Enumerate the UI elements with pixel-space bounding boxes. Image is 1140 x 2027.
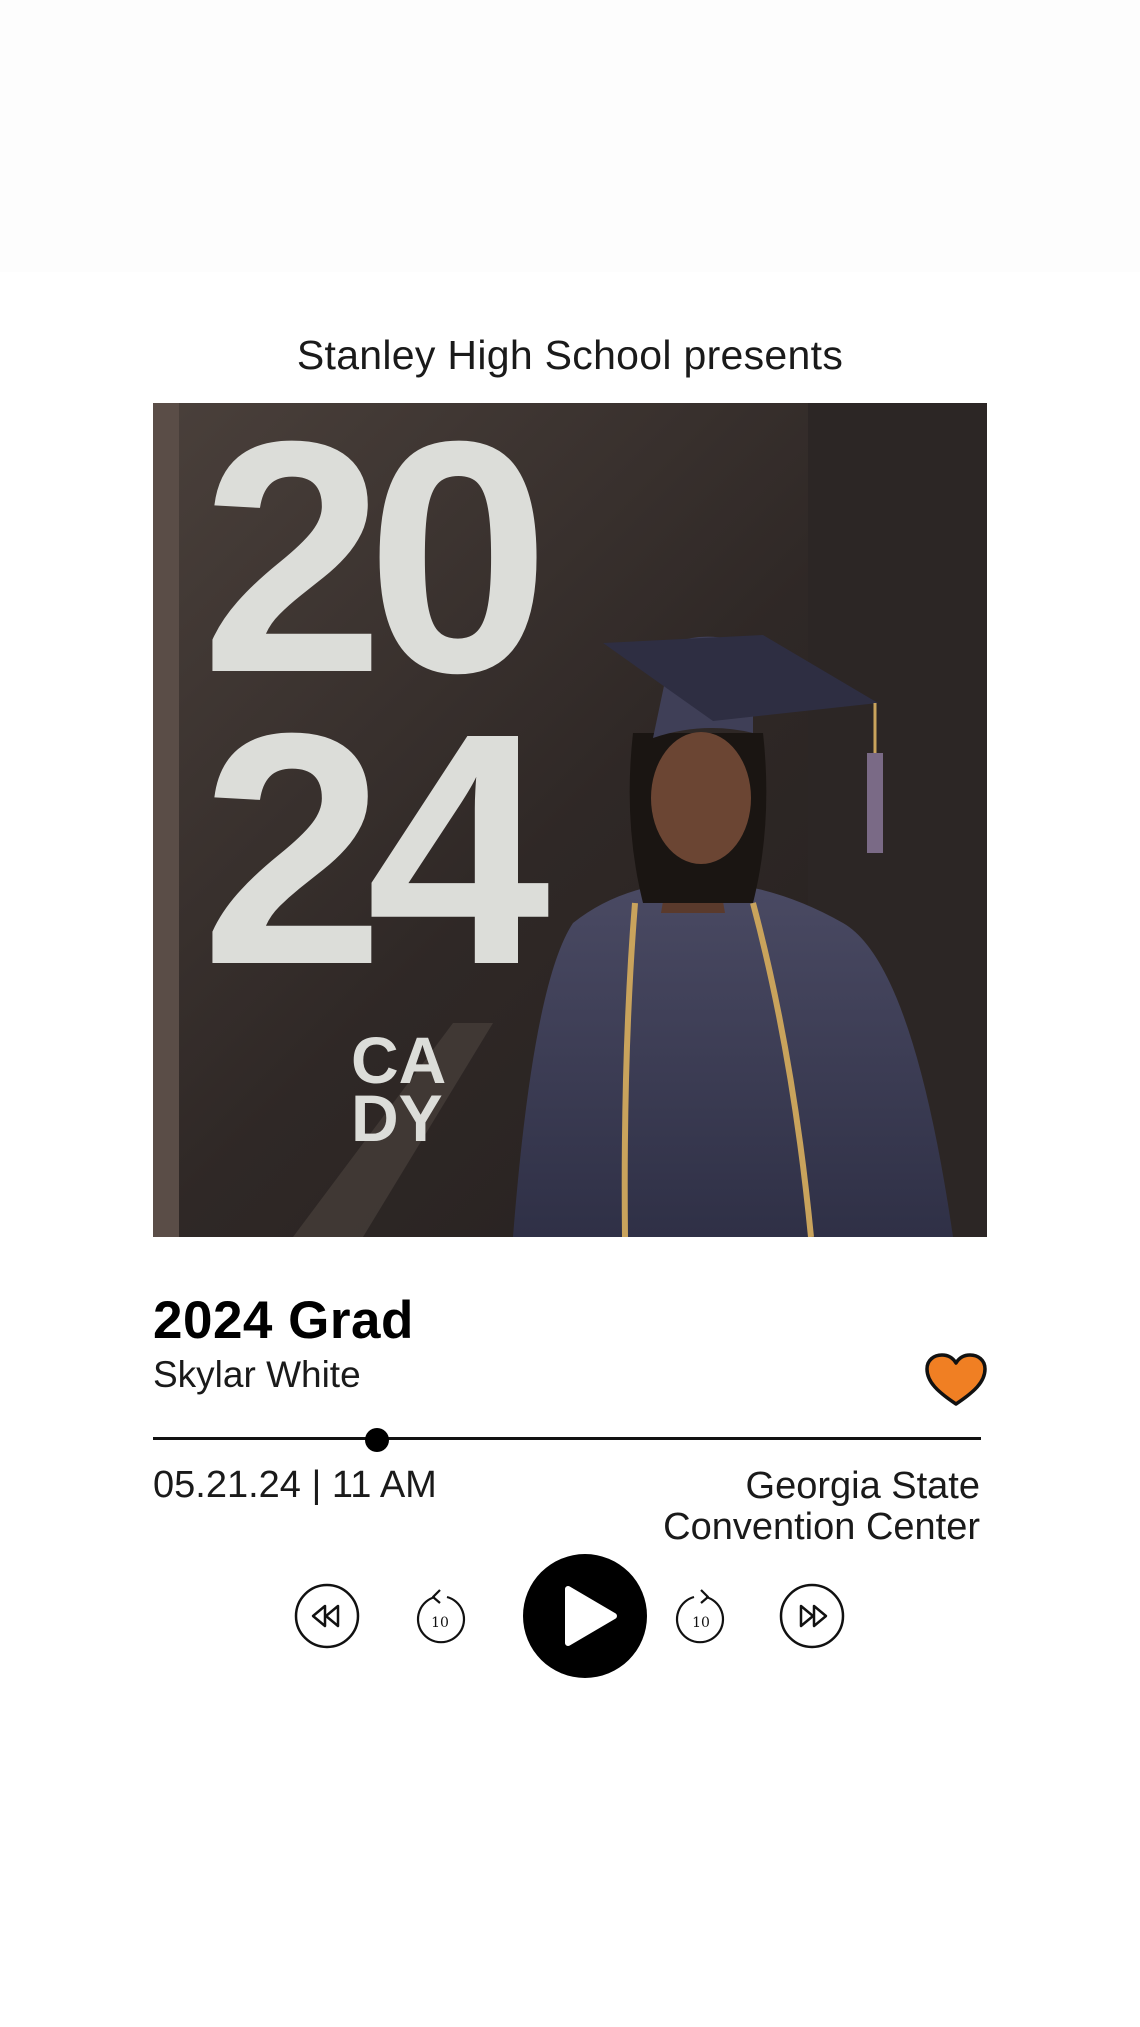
skip-back-seconds: 10 bbox=[431, 1615, 449, 1631]
cover-photo: 20 24 CA DY bbox=[153, 403, 987, 1237]
fast-forward-button[interactable] bbox=[779, 1583, 845, 1649]
play-icon bbox=[523, 1554, 647, 1678]
playback-controls: 10 10 bbox=[0, 1550, 1140, 1680]
progress-knob[interactable] bbox=[364, 1428, 389, 1452]
replay-10-icon: 10 bbox=[416, 1589, 466, 1644]
rewind-button[interactable] bbox=[294, 1583, 360, 1649]
heart-icon bbox=[925, 1353, 987, 1406]
year-numerals-bottom: 24 bbox=[201, 664, 552, 1033]
venue-line-1: Georgia State bbox=[745, 1465, 980, 1507]
skip-back-button[interactable]: 10 bbox=[413, 1587, 467, 1645]
play-button[interactable] bbox=[522, 1553, 648, 1679]
top-band bbox=[0, 0, 1140, 272]
logo-line-2: DY bbox=[351, 1081, 443, 1155]
fast-forward-icon bbox=[779, 1583, 845, 1649]
skip-forward-button[interactable]: 10 bbox=[674, 1587, 728, 1645]
like-button[interactable] bbox=[924, 1352, 988, 1408]
event-venue: Georgia State Convention Center bbox=[663, 1466, 980, 1548]
forward-10-icon: 10 bbox=[675, 1589, 725, 1644]
presenter-text: Stanley High School presents bbox=[296, 332, 844, 378]
event-datetime: 05.21.24 | 11 AM bbox=[153, 1464, 437, 1506]
venue-line-2: Convention Center bbox=[663, 1506, 980, 1548]
track-title: 2024 Grad bbox=[153, 1291, 414, 1350]
skip-forward-seconds: 10 bbox=[692, 1615, 710, 1631]
track-artist: Skylar White bbox=[153, 1354, 361, 1395]
progress-track[interactable] bbox=[153, 1437, 981, 1440]
rewind-icon bbox=[294, 1583, 360, 1649]
